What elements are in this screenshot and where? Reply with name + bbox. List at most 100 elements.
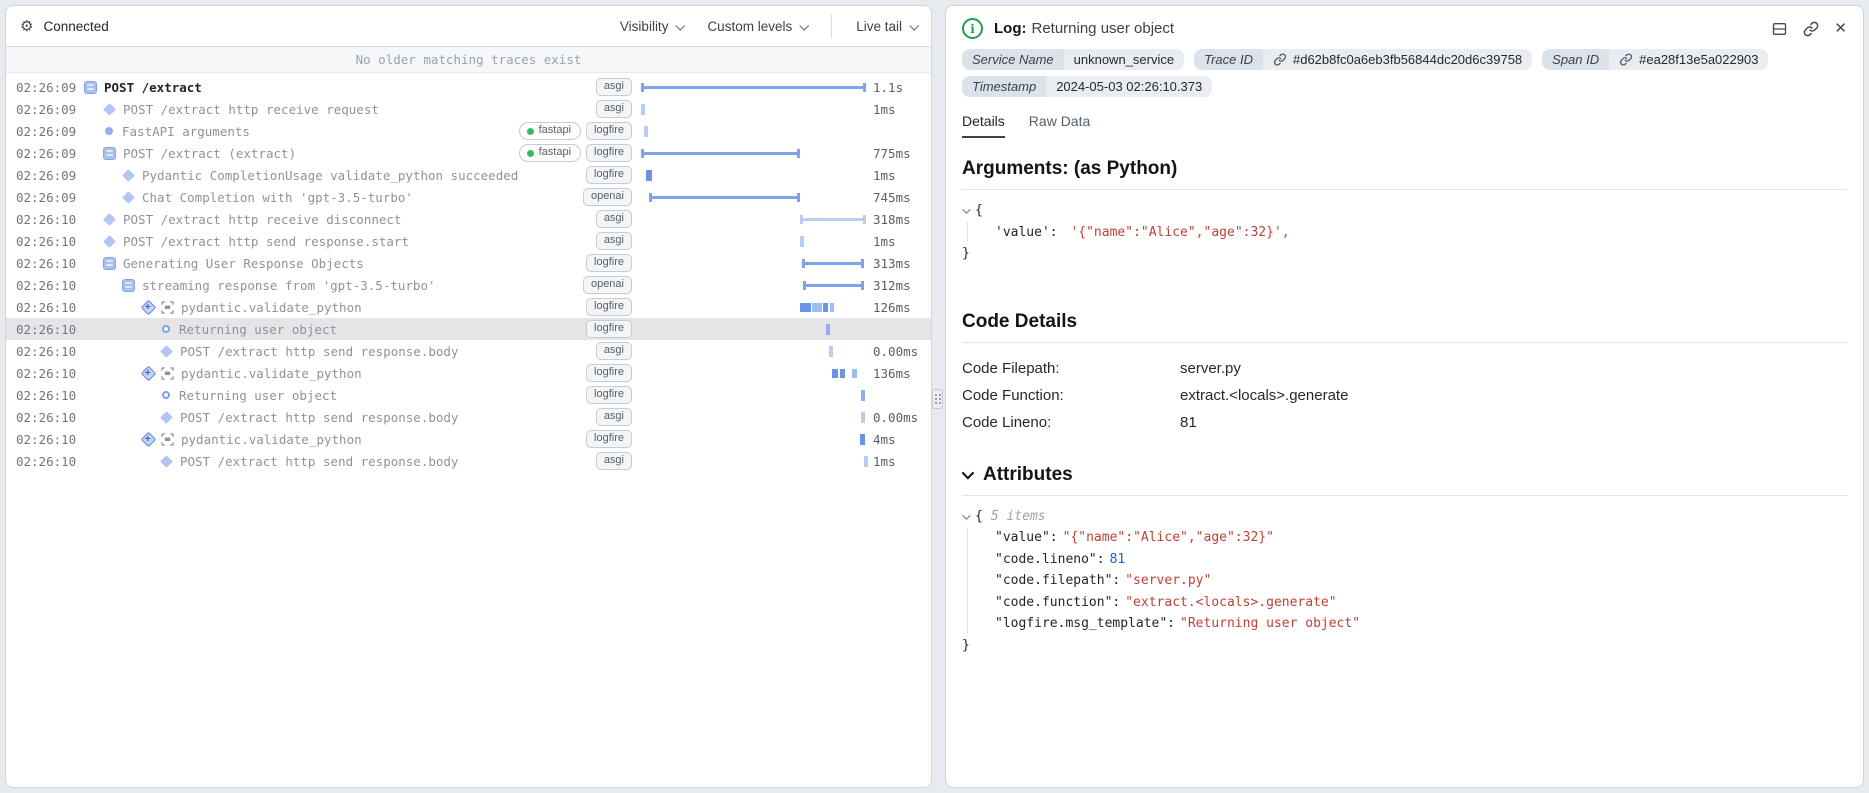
row-duration: 775ms — [873, 146, 931, 161]
badge-timestamp: Timestamp2024-05-03 02:26:10.373 — [962, 76, 1212, 97]
attribute-entry: "value":"{"name":"Alice","age":32}" — [962, 527, 1847, 549]
tag-asgi: asgi — [596, 408, 632, 427]
tag-logfire: logfire — [586, 144, 632, 163]
span-duration-bar — [802, 262, 863, 265]
collapse-chevron-icon[interactable] — [962, 205, 970, 213]
tag-logfire: logfire — [586, 166, 632, 185]
trace-row[interactable]: 02:26:09POST /extract http receive reque… — [6, 98, 931, 120]
trace-row[interactable]: 02:26:10+pydantic.validate_pythonlogfire… — [6, 296, 931, 318]
event-tick — [864, 456, 868, 467]
segmented-duration-bar — [832, 369, 838, 378]
span-square-icon — [84, 81, 97, 94]
span-duration-bar — [649, 196, 800, 199]
span-duration-bar — [641, 86, 866, 89]
row-duration: 0.00ms — [873, 344, 931, 359]
duration-bar-track — [640, 208, 867, 230]
row-label: streaming response from 'gpt-3.5-turbo' — [142, 278, 436, 293]
attribute-value: "Returning user object" — [1180, 616, 1360, 631]
row-duration: 0.00ms — [873, 410, 931, 425]
code-details-heading: Code Details — [962, 311, 1847, 333]
settings-gear-icon[interactable]: ⚙ — [20, 17, 33, 35]
trace-toolbar: ⚙ Connected Visibility Custom levels Liv… — [6, 6, 931, 47]
trace-row-list: 02:26:09POST /extractasgi1.1s02:26:09POS… — [6, 73, 931, 472]
log-dot-icon — [162, 325, 170, 333]
badge-trace-id[interactable]: Trace ID#d62b8fc0a6eb3fb56844dc20d6c3975… — [1194, 49, 1532, 70]
collapsed-spans-icon: + — [141, 299, 157, 315]
event-tick — [800, 236, 804, 247]
trace-row[interactable]: 02:26:10Returning user objectlogfire — [6, 384, 931, 406]
badge-label: Timestamp — [962, 76, 1046, 97]
attribute-value: "server.py" — [1125, 573, 1211, 588]
badge-span-id[interactable]: Span ID#ea28f13e5a022903 — [1542, 49, 1768, 70]
tab-details[interactable]: Details — [962, 113, 1005, 138]
badge-label: Service Name — [962, 49, 1064, 70]
custom-levels-dropdown[interactable]: Custom levels — [707, 19, 807, 34]
row-timestamp: 02:26:10 — [16, 410, 80, 425]
trace-row[interactable]: 02:26:09POST /extract (extract)fastapilo… — [6, 142, 931, 164]
row-timestamp: 02:26:09 — [16, 146, 80, 161]
code-detail-label: Code Filepath: — [962, 355, 1180, 382]
trace-row[interactable]: 02:26:10 POST /extract http send response… — [6, 450, 931, 472]
span-square-icon — [103, 257, 116, 270]
duration-bar-track — [640, 76, 867, 98]
event-diamond-icon — [103, 103, 116, 116]
trace-row[interactable]: 02:26:10+pydantic.validate_pythonlogfire… — [6, 362, 931, 384]
items-count: 5 items — [991, 509, 1046, 524]
split-panel-icon[interactable] — [1771, 21, 1788, 37]
row-timestamp: 02:26:10 — [16, 454, 80, 469]
badge-value: #ea28f13e5a022903 — [1609, 49, 1768, 70]
trace-row[interactable]: 02:26:10POST /extract http send response… — [6, 406, 931, 428]
trace-row[interactable]: 02:26:09Pydantic CompletionUsage validat… — [6, 164, 931, 186]
code-detail-row: Code Filepath:server.py — [962, 355, 1847, 382]
duration-bar-track — [640, 252, 867, 274]
attribute-value: 81 — [1110, 552, 1126, 567]
repeat-brackets-icon — [161, 301, 174, 314]
event-tick — [829, 346, 833, 357]
live-tail-dropdown[interactable]: Live tail — [856, 19, 917, 34]
attribute-key: "code.lineno": — [995, 552, 1105, 567]
panel-resizer[interactable] — [931, 388, 944, 410]
collapse-chevron-icon[interactable] — [962, 511, 970, 519]
trace-row[interactable]: 02:26:10POST /extract http send response… — [6, 340, 931, 362]
attribute-key: "code.function": — [995, 595, 1120, 610]
visibility-dropdown[interactable]: Visibility — [620, 19, 684, 34]
row-timestamp: 02:26:10 — [16, 388, 80, 403]
trace-row[interactable]: 02:26:09POST /extractasgi1.1s — [6, 76, 931, 98]
duration-bar-track — [640, 318, 867, 340]
trace-row[interactable]: 02:26:10Generating User Response Objects… — [6, 252, 931, 274]
duration-bar-track — [640, 406, 867, 428]
trace-row[interactable]: 02:26:10+pydantic.validate_pythonlogfire… — [6, 428, 931, 450]
attributes-heading[interactable]: Attributes — [962, 464, 1847, 486]
trace-row[interactable]: 02:26:09FastAPI argumentsfastapilogfire — [6, 120, 931, 142]
row-timestamp: 02:26:10 — [16, 366, 80, 381]
divider — [962, 495, 1847, 496]
segmented-duration-bar — [840, 369, 845, 378]
trace-row[interactable]: 02:26:09Chat Completion with 'gpt-3.5-tu… — [6, 186, 931, 208]
tag-openai: openai — [583, 188, 632, 207]
divider — [962, 342, 1847, 343]
span-duration-bar — [800, 218, 866, 221]
drag-grip-icon — [932, 389, 943, 409]
divider — [962, 189, 1847, 190]
log-dot-icon — [162, 391, 170, 399]
copy-link-icon[interactable] — [1803, 21, 1819, 37]
trace-row[interactable]: 02:26:10Returning user objectlogfire — [6, 318, 931, 340]
log-dot-icon — [105, 127, 113, 135]
tag-logfire: logfire — [586, 386, 632, 405]
duration-bar-track — [640, 98, 867, 120]
badge-row-2: Timestamp2024-05-03 02:26:10.373 — [946, 70, 1863, 97]
tag-asgi: asgi — [596, 100, 632, 119]
row-label: POST /extract http send response.body — [180, 454, 458, 469]
row-timestamp: 02:26:09 — [16, 168, 80, 183]
attribute-entry: "code.function":"extract.<locals>.genera… — [962, 592, 1847, 614]
event-diamond-icon — [160, 345, 173, 358]
trace-row[interactable]: 02:26:10POST /extract http send response… — [6, 230, 931, 252]
tab-raw-data[interactable]: Raw Data — [1029, 113, 1090, 138]
close-icon[interactable]: ✕ — [1834, 21, 1847, 36]
trace-row[interactable]: 02:26:10streaming response from 'gpt-3.5… — [6, 274, 931, 296]
repeat-brackets-icon — [161, 433, 174, 446]
trace-row[interactable]: 02:26:10POST /extract http receive disco… — [6, 208, 931, 230]
badge-value: unknown_service — [1064, 49, 1184, 70]
info-icon: i — [962, 18, 983, 39]
tag-logfire: logfire — [586, 122, 632, 141]
